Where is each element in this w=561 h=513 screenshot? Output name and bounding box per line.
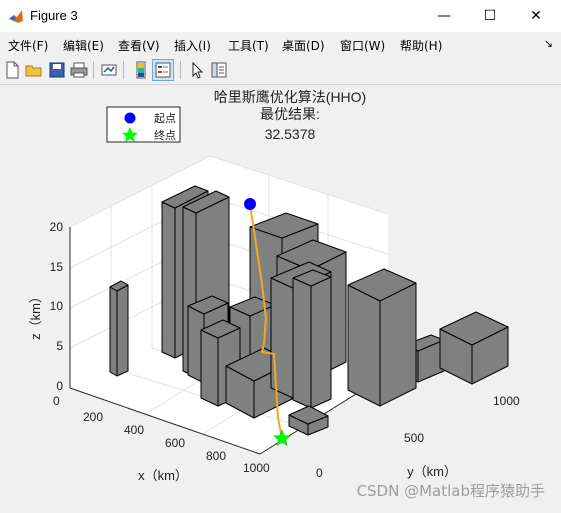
z-tick-label: 10 <box>50 299 64 313</box>
menu-file[interactable]: 文件(F) <box>8 37 48 54</box>
title-bar: Figure 3 — ☐ ✕ <box>0 0 561 32</box>
link-plot-icon[interactable] <box>99 60 119 80</box>
menu-window[interactable]: 窗口(W) <box>340 37 385 54</box>
z-tick-label: 0 <box>56 379 63 393</box>
toolbar <box>0 56 561 85</box>
y-tick-label: 500 <box>404 431 424 445</box>
x-tick-label: 1000 <box>243 461 270 475</box>
new-figure-icon[interactable] <box>2 60 22 80</box>
open-file-icon[interactable] <box>24 60 44 80</box>
y-axis-label: y（km） <box>407 464 457 479</box>
toolbar-separator <box>180 61 181 79</box>
x-tick-label: 600 <box>165 436 185 450</box>
x-tick-label: 200 <box>83 410 103 424</box>
close-button[interactable]: ✕ <box>513 0 559 32</box>
save-icon[interactable] <box>47 60 67 80</box>
x-tick-label: 800 <box>206 449 226 463</box>
menu-view[interactable]: 查看(V) <box>118 37 160 54</box>
watermark: CSDN @Matlab程序猿助手 <box>356 482 545 500</box>
menu-tools[interactable]: 工具(T) <box>228 37 269 54</box>
legend-end-label: 终点 <box>154 128 176 142</box>
z-tick-labels: 0 5 10 15 20 <box>50 220 64 393</box>
y-tick-label: 0 <box>316 466 323 480</box>
legend-box[interactable]: 起点 终点 <box>106 106 181 143</box>
minimize-button[interactable]: — <box>421 0 467 32</box>
z-tick-label: 20 <box>50 220 64 234</box>
maximize-button[interactable]: ☐ <box>467 0 513 32</box>
building <box>200 329 219 407</box>
plot-title-line-2: 最优结果: <box>260 106 320 122</box>
plot-title-line-1: 哈里斯鹰优化算法(HHO) <box>214 89 366 105</box>
building <box>292 277 312 409</box>
legend-icon[interactable] <box>152 59 174 81</box>
building <box>347 284 381 407</box>
building <box>116 284 129 377</box>
legend-start-label: 起点 <box>154 112 176 125</box>
building <box>161 201 176 359</box>
toolbar-separator <box>123 61 124 79</box>
property-editor-icon[interactable] <box>209 60 229 80</box>
menu-help[interactable]: 帮助(H) <box>400 37 442 54</box>
z-axis-label: z（km） <box>28 290 43 340</box>
start-marker <box>244 198 256 210</box>
z-tick-label: 15 <box>50 260 64 274</box>
print-icon[interactable] <box>69 60 89 80</box>
y-tick-label: 1000 <box>493 394 520 408</box>
toolbar-separator <box>93 61 94 79</box>
legend-start-icon <box>124 112 136 124</box>
matlab-icon <box>9 10 23 23</box>
building <box>379 282 417 407</box>
x-axis-label: x（km） <box>138 468 188 483</box>
window-title: Figure 3 <box>30 8 78 23</box>
plot-title-line-3: 32.5378 <box>265 126 316 142</box>
menu-bar: 文件(F) 编辑(E) 查看(V) 插入(I) 工具(T) 桌面(D) 窗口(W… <box>0 32 561 56</box>
menu-dock-arrow-icon[interactable]: ↘ <box>544 37 553 50</box>
figure-canvas: 起点 终点 哈里斯鹰优化算法(HHO) 最优结果: 32.5378 0 5 10… <box>0 85 561 509</box>
menu-edit[interactable]: 编辑(E) <box>63 37 104 54</box>
plot-3d[interactable]: 起点 终点 哈里斯鹰优化算法(HHO) 最优结果: 32.5378 0 5 10… <box>0 85 561 509</box>
z-tick-label: 5 <box>56 339 63 353</box>
pointer-icon[interactable] <box>187 60 207 80</box>
building <box>310 276 332 409</box>
menu-desktop[interactable]: 桌面(D) <box>282 37 325 54</box>
x-tick-label: 0 <box>53 394 60 408</box>
building <box>109 286 118 377</box>
menu-insert[interactable]: 插入(I) <box>174 37 211 54</box>
x-tick-label: 400 <box>124 423 144 437</box>
colorbar-icon[interactable] <box>131 60 151 80</box>
building <box>270 277 294 399</box>
